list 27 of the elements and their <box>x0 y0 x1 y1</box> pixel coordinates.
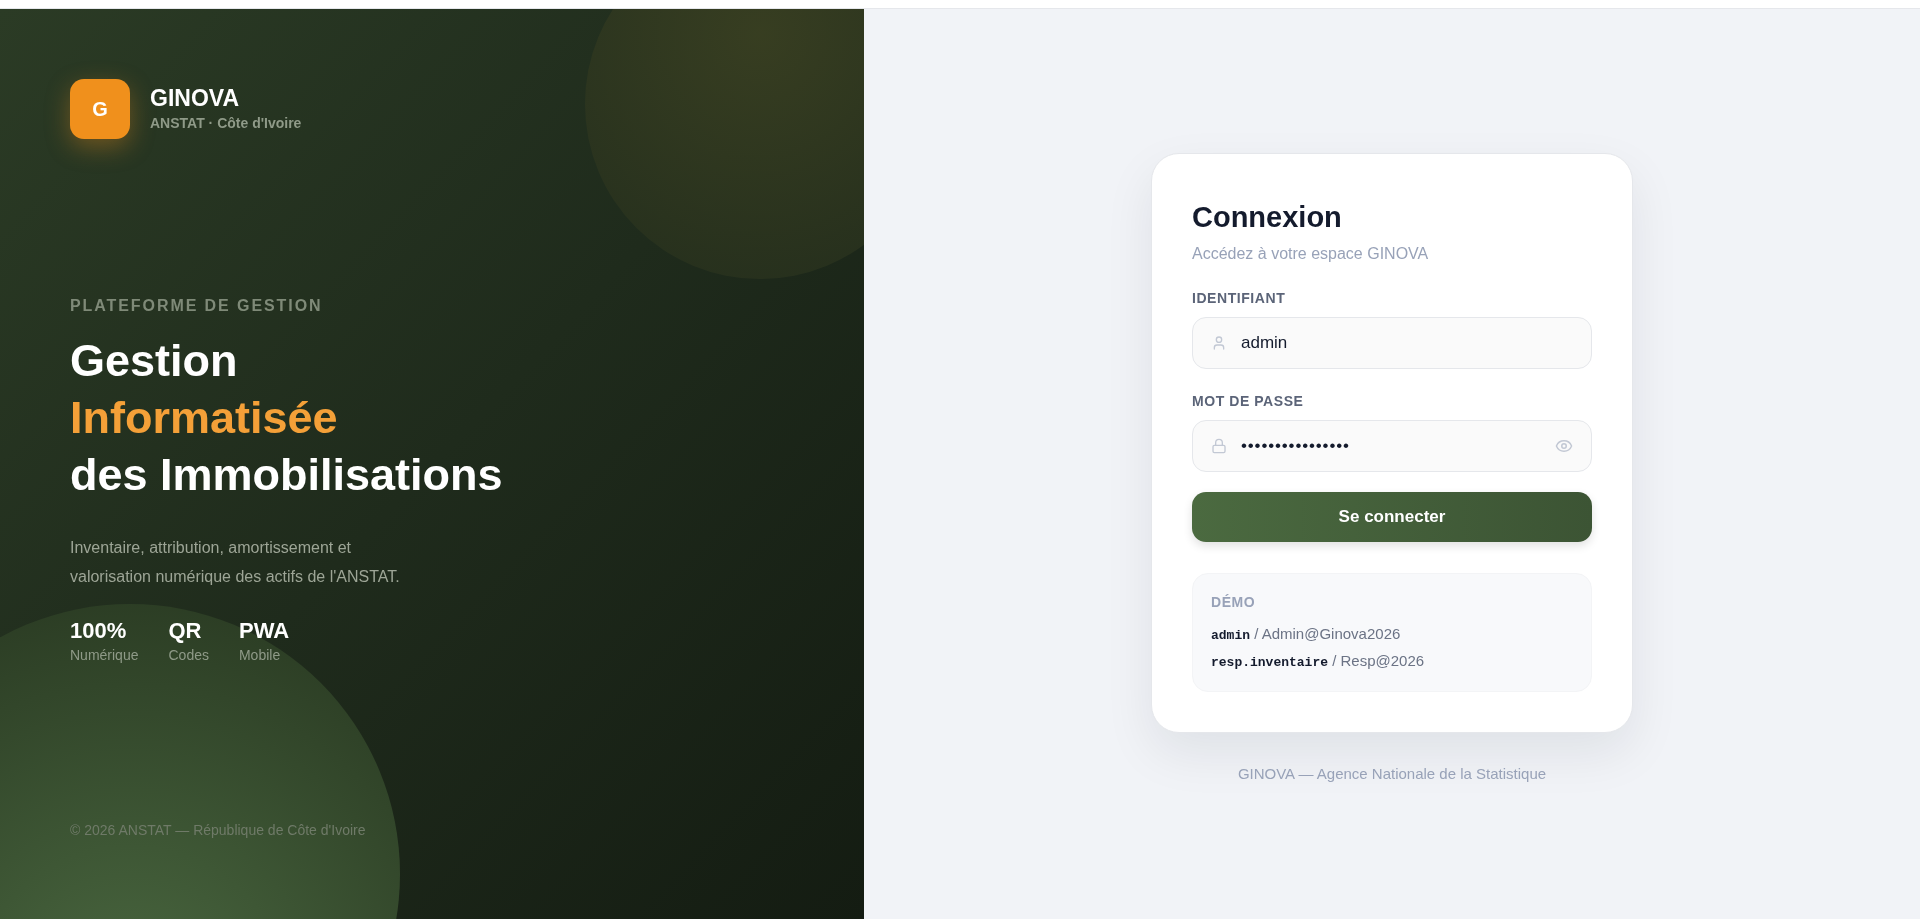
login-title: Connexion <box>1192 200 1343 235</box>
hero-title-line: Gestion <box>70 334 239 388</box>
demo-title: DÉMO <box>1211 592 1257 612</box>
stat-value: 100% <box>70 617 128 645</box>
hero-title-line: Informatisée <box>70 391 339 445</box>
stat-label: Numérique <box>70 645 139 665</box>
password-field[interactable]: •••••••••••••••• <box>1192 419 1592 472</box>
stat-label: Codes <box>168 645 209 665</box>
stat-value: QR <box>168 617 203 645</box>
stat-value: PWA <box>238 617 290 645</box>
hero-description: Inventaire, attribution, amortissement et valorisation numérique des actifs de l'ANSTAT. <box>70 538 401 587</box>
footer-text: GINOVA — Agence Nationale de la Statistique <box>1237 763 1547 784</box>
brand-name: GINOVA <box>150 84 241 113</box>
lock-icon <box>1211 437 1227 454</box>
demo-credential: resp.inventaire / Resp@2026 <box>1211 650 1426 672</box>
field-label: MOT DE PASSE <box>1192 391 1305 411</box>
user-icon <box>1211 334 1227 351</box>
stat-label: Mobile <box>238 645 282 665</box>
login-button[interactable]: Se connecter <box>1192 491 1592 542</box>
logo-badge: G <box>70 79 130 139</box>
login-subtitle: Accédez à votre espace GINOVA <box>1192 243 1430 264</box>
field-label: IDENTIFIANT <box>1192 288 1287 308</box>
eyebrow-label: PLATEFORME DE GESTION <box>70 296 324 316</box>
username-field[interactable]: admin <box>1192 316 1592 369</box>
brand-subtitle: ANSTAT · Côte d'Ivoire <box>150 113 302 133</box>
demo-credential: admin / Admin@Ginova2026 <box>1211 623 1402 645</box>
hero-title-line: des Immobilisations <box>70 448 504 502</box>
